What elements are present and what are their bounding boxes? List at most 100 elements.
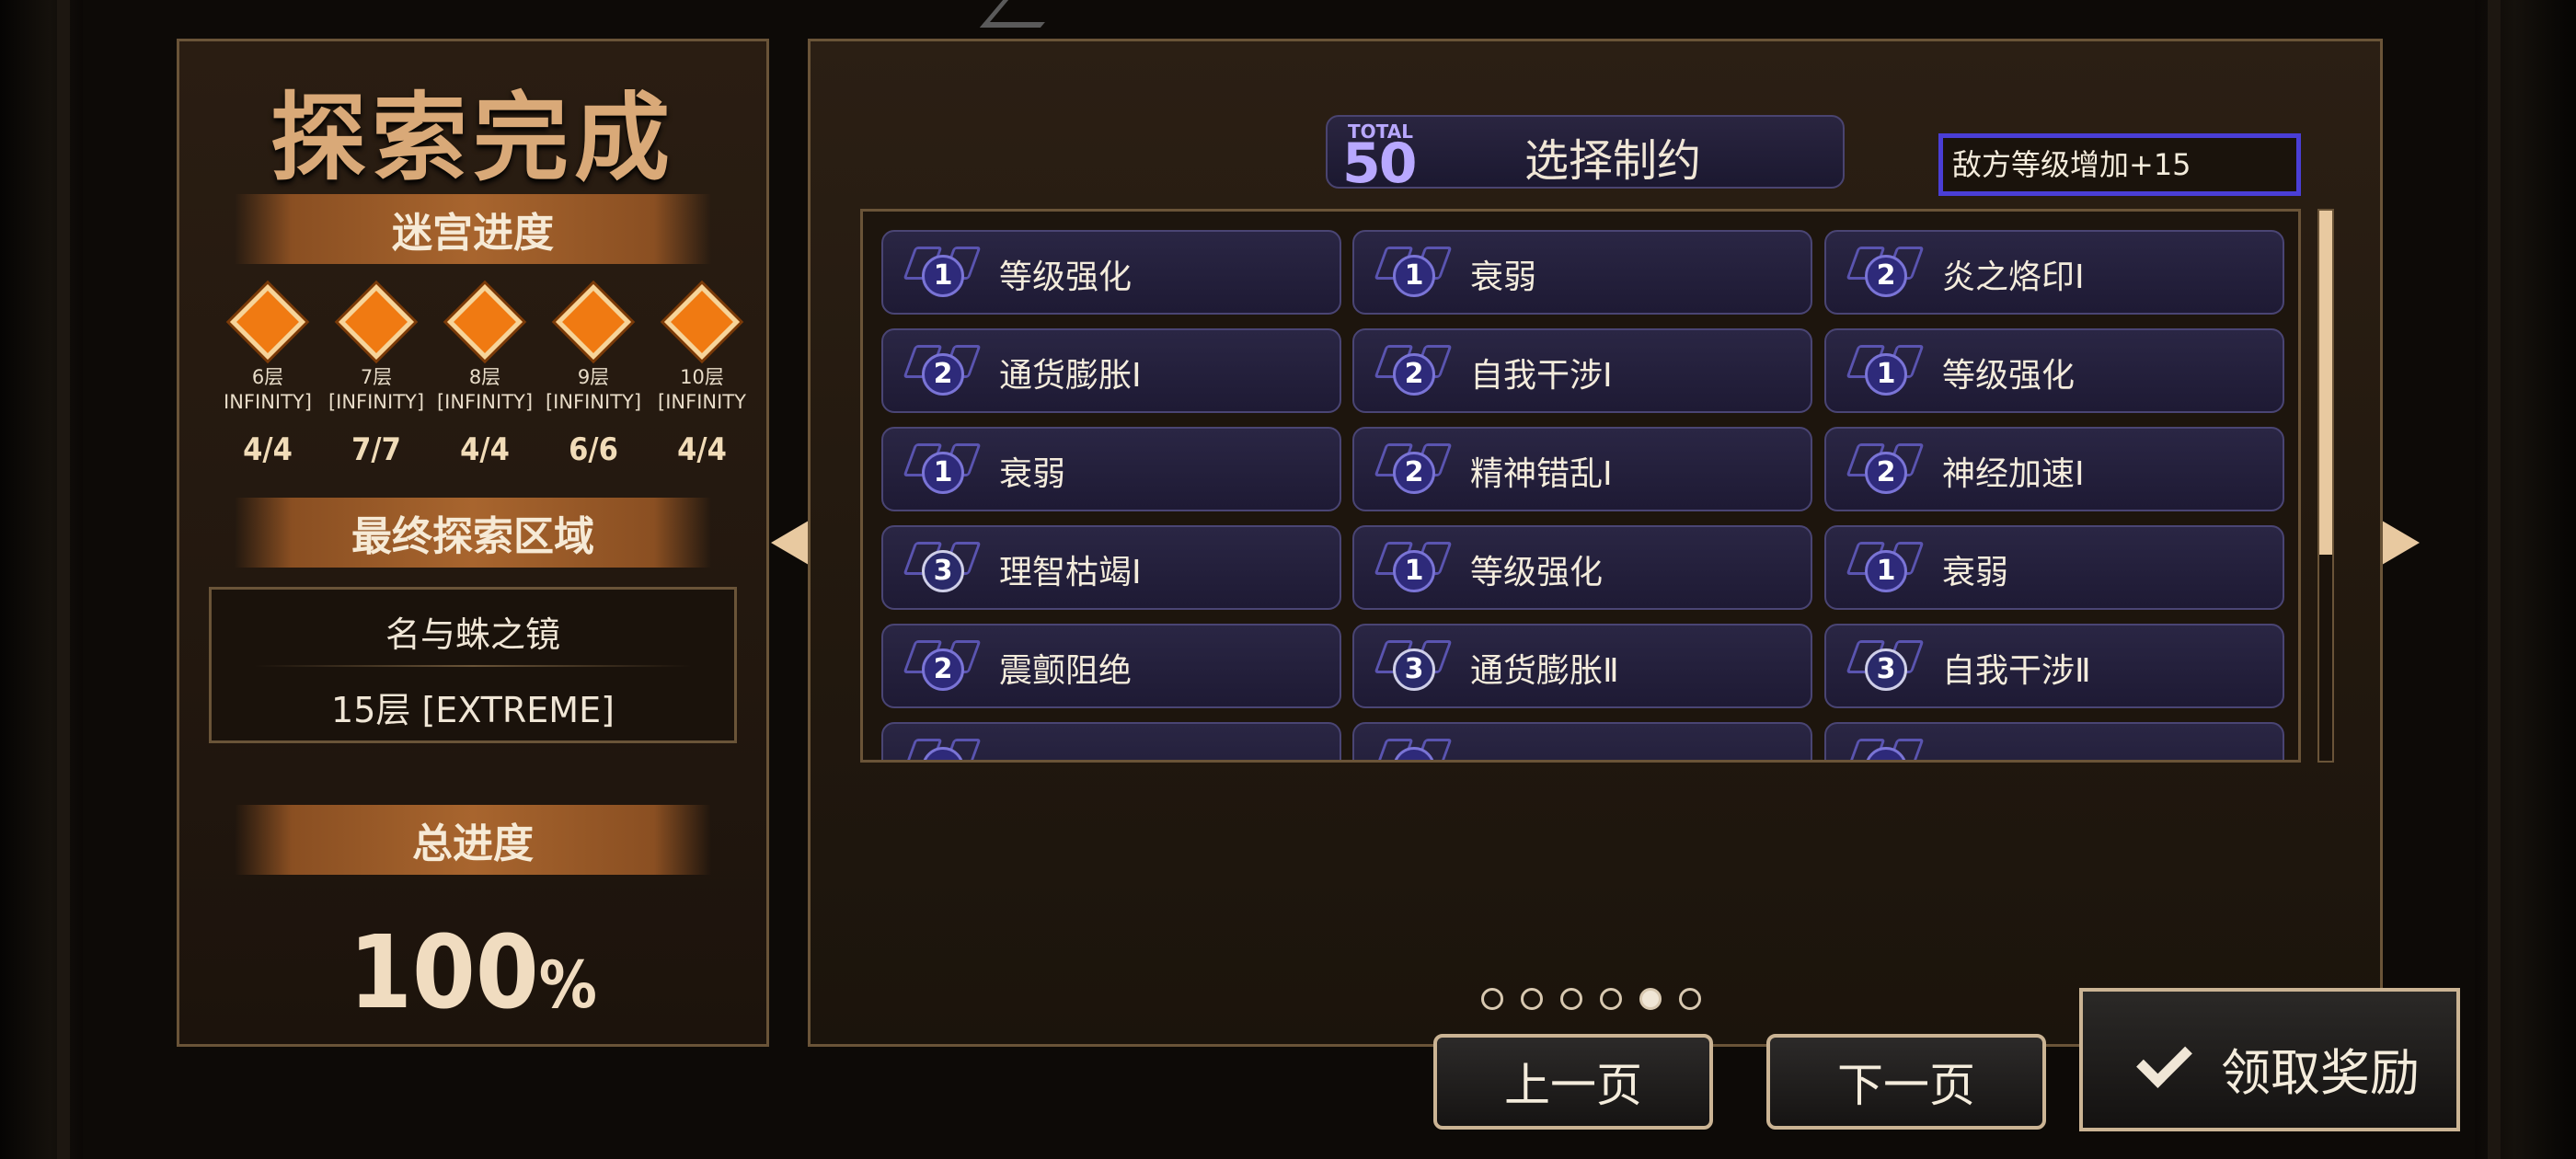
total-progress-number: 100 [349,913,539,1031]
floor-diamond-icon [338,283,415,361]
floor-progress-list: 6层 INFINITY] 4/4 7层 [INFINITY] 7/7 8层 [INFI… [213,279,755,499]
constraint-label: 通货膨胀Ⅱ [1470,652,1619,690]
constraint-level-badge-icon: 2 [1846,241,1925,305]
prev-page-label: 上一页 [1504,1059,1642,1112]
constraint-card[interactable]: 2 炎之烙印Ⅰ [1824,230,2284,315]
constraint-scrollbar[interactable] [2317,209,2334,763]
constraint-card[interactable]: 1 衰弱 [1824,525,2284,610]
constraint-level: 1 [1393,550,1435,592]
floor-name: 9层 [577,366,610,388]
constraint-card[interactable]: 2 震颤阻绝 [881,624,1341,708]
constraint-label: 震颤阻绝 [999,652,1133,690]
total-progress-unit: % [538,947,597,1023]
enemy-level-indicator: 敌方等级增加+15 [1938,133,2301,196]
constraint-card[interactable] [1352,722,1812,760]
constraint-card[interactable]: 2 神经加速Ⅰ [1824,427,2284,511]
scrollbar-thumb[interactable] [2319,211,2332,555]
constraint-label: 等级强化 [1470,554,1604,591]
constraint-level-badge-icon: 3 [1846,635,1925,699]
constraint-level-badge-icon: 1 [903,241,982,305]
constraint-level-badge-icon: 2 [903,635,982,699]
constraint-card[interactable]: 1 衰弱 [1352,230,1812,315]
floor-diamond-icon [663,283,741,361]
constraint-card[interactable]: 2 通货膨胀Ⅰ [881,328,1341,413]
page-dot[interactable] [1521,988,1543,1010]
constraint-label: 衰弱 [1470,258,1537,296]
constraint-level: 2 [922,648,964,691]
constraint-select-panel: TOTAL 50 选择制约 敌方等级增加+15 1 等级强化 1 衰弱 2 炎之烙印Ⅰ 2 通… [808,39,2383,1047]
constraint-card[interactable]: 3 通货膨胀Ⅱ [1352,624,1812,708]
final-area-ribbon: 最终探索区域 [235,498,711,568]
constraint-level-badge-icon: 1 [1846,536,1925,601]
floor-item: 9层 [INFINITY] 6/6 [538,279,649,468]
next-page-button[interactable]: 下一页 [1766,1034,2046,1130]
frame-left-edge [0,0,83,1159]
floor-name: 10层 [680,366,724,388]
page-dot[interactable] [1679,988,1701,1010]
constraint-label: 通货膨胀Ⅰ [999,357,1142,395]
constraint-level-badge-icon: 1 [1374,241,1453,305]
constraint-level: 1 [1865,353,1907,396]
constraint-level: 3 [922,550,964,592]
constraint-label: 等级强化 [999,258,1133,296]
page-dot[interactable] [1560,988,1582,1010]
exploration-summary-panel: 探索完成 迷宫进度 6层 INFINITY] 4/4 7层 [INFINITY] 7… [177,39,769,1047]
maze-progress-label: 迷宫进度 [392,210,554,257]
floor-item: 7层 [INFINITY] 7/7 [321,279,431,468]
constraint-label: 自我干涉Ⅱ [1942,652,2091,690]
floor-name: 7层 [360,366,393,388]
floor-diamond-icon [446,283,523,361]
constraint-label: 衰弱 [999,455,1066,493]
final-area-box: 名与蛛之镜 15层 [EXTREME] [209,587,737,743]
constraint-card[interactable] [881,722,1341,760]
page-indicator [1481,988,1711,1016]
maze-progress-ribbon: 迷宫进度 [235,194,711,264]
constraint-level-badge-icon: 3 [1374,635,1453,699]
constraint-level-badge-icon: 2 [1846,438,1925,502]
constraint-card[interactable]: 1 衰弱 [881,427,1341,511]
floor-diamond-icon [229,283,306,361]
floor-progress: 4/4 [243,431,293,468]
prev-page-button[interactable]: 上一页 [1433,1034,1713,1130]
floor-progress: 4/4 [677,431,727,468]
final-area-name: 名与蛛之镜 [385,614,560,655]
constraint-card[interactable] [1824,722,2284,760]
constraint-card[interactable]: 2 精神错乱Ⅰ [1352,427,1812,511]
page-dot[interactable] [1600,988,1622,1010]
floor-mode: [INFINITY [658,391,746,413]
constraint-card[interactable]: 1 等级强化 [881,230,1341,315]
constraint-label: 理智枯竭Ⅰ [999,554,1142,591]
total-constraint-value: 50 [1342,132,1417,196]
check-icon [2136,1032,2192,1088]
floor-progress: 6/6 [569,431,618,468]
final-area-floor: 15层 [EXTREME] [331,690,615,730]
constraint-card[interactable]: 1 等级强化 [1352,525,1812,610]
constraint-level-badge-icon: 1 [1846,339,1925,404]
constraint-level: 3 [1393,648,1435,691]
constraint-card[interactable]: 3 理智枯竭Ⅰ [881,525,1341,610]
constraint-card[interactable]: 3 自我干涉Ⅱ [1824,624,2284,708]
claim-reward-label: 领取奖励 [2221,1044,2420,1102]
claim-reward-button[interactable]: 领取奖励 [2079,988,2460,1131]
constraint-level: 2 [1393,452,1435,494]
floor-diamond-icon [555,283,632,361]
constraint-level: 1 [922,452,964,494]
exploration-complete-title: 探索完成 [270,81,675,194]
constraint-level: 2 [1865,255,1907,297]
floor-mode: [INFINITY] [328,391,425,413]
total-progress-value: 100% [179,913,766,1031]
constraint-level-badge-icon: 2 [1374,339,1453,404]
constraint-level: 1 [922,255,964,297]
constraint-label: 等级强化 [1942,357,2076,395]
page-dot[interactable] [1639,988,1662,1010]
constraint-grid: 1 等级强化 1 衰弱 2 炎之烙印Ⅰ 2 通货膨胀Ⅰ 2 自我干涉Ⅰ 1 等级强化 1 衰弱 2 精神错乱Ⅰ… [860,209,2301,763]
floor-mode: [INFINITY] [436,391,534,413]
page-dot[interactable] [1481,988,1503,1010]
constraint-level-badge-icon [1374,733,1453,760]
constraint-card[interactable]: 1 等级强化 [1824,328,2284,413]
constraint-level: 3 [1865,648,1907,691]
floor-progress: 7/7 [351,431,401,468]
constraint-card[interactable]: 2 自我干涉Ⅰ [1352,328,1812,413]
total-progress-ribbon: 总进度 [235,805,711,875]
next-page-label: 下一页 [1837,1059,1975,1112]
